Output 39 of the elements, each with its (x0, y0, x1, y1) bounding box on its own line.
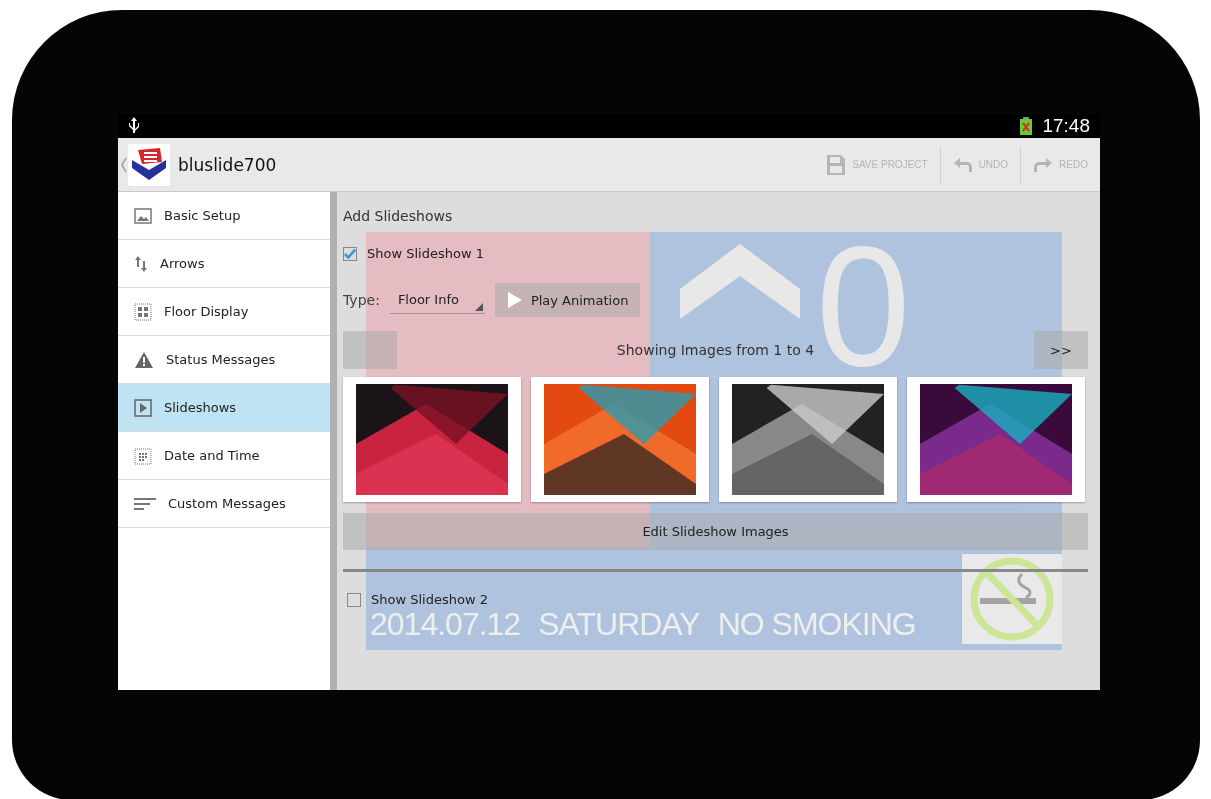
checkbox-label: Show Slideshow 2 (371, 592, 488, 607)
redo-icon (1033, 156, 1054, 173)
checkbox[interactable] (343, 246, 357, 261)
arrows-icon (134, 254, 148, 273)
thumbnail[interactable] (343, 377, 521, 502)
dropdown-corner-icon (474, 303, 483, 311)
app-title: bluslide700 (178, 154, 277, 175)
pager-text: Showing Images from 1 to 4 (615, 342, 816, 358)
weekday-text: SATURDAY (538, 608, 700, 640)
text-lines-icon (134, 496, 156, 511)
image-icon (134, 207, 152, 224)
floor-number: 0 (816, 221, 911, 391)
next-page-button[interactable]: >> (1034, 331, 1088, 369)
checkbox-label: Show Slideshow 1 (367, 246, 484, 261)
clock-time: 17:48 (1042, 115, 1090, 137)
checkbox[interactable] (347, 592, 361, 607)
section-title: Add Slideshows (343, 208, 454, 224)
battery-icon (1020, 117, 1033, 135)
play-animation-button[interactable]: Play Animation (494, 283, 641, 317)
thumbnail[interactable] (719, 377, 897, 502)
app-logo-icon[interactable] (128, 143, 170, 186)
date-text: 2014.07.12 (370, 608, 521, 640)
usb-icon (128, 117, 140, 135)
edit-slideshow-images-button[interactable]: Edit Slideshow Images (343, 513, 1088, 550)
grid-icon (134, 302, 152, 321)
thumbnail[interactable] (907, 377, 1085, 502)
up-arrow-icon (680, 244, 800, 319)
undo-icon (952, 156, 973, 173)
type-label: Type: (343, 292, 380, 308)
type-dropdown[interactable]: Floor Info (389, 286, 485, 314)
save-icon (826, 153, 847, 176)
calendar-icon (134, 446, 152, 465)
play-icon (506, 291, 523, 309)
message-text: NO SMOKING (717, 608, 916, 640)
sidebar-item[interactable]: Slideshows (118, 384, 330, 432)
warning-icon (134, 350, 154, 369)
thumbnail[interactable] (531, 377, 709, 502)
no-smoking-icon (962, 554, 1062, 644)
play-icon (134, 398, 152, 417)
